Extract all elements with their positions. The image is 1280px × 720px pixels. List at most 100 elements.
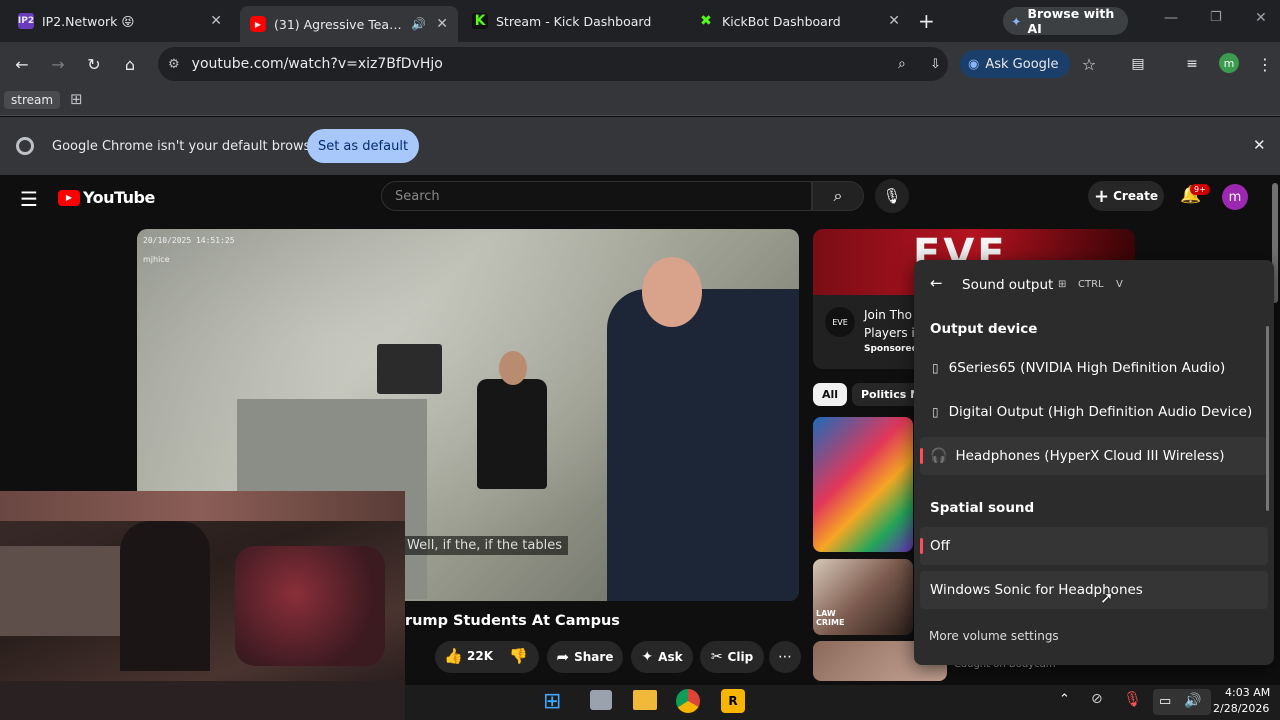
more-actions-button[interactable]: ⋯ [769, 641, 801, 673]
install-app-icon[interactable]: ⇩ [930, 57, 941, 72]
infobar-message: Google Chrome isn't your default browser [52, 139, 324, 154]
ad-channel-avatar: EVE [825, 307, 855, 337]
webcam-person-shape [120, 521, 210, 671]
more-icon: ⋯ [778, 649, 792, 665]
person-head-shape [499, 351, 527, 385]
site-info-icon[interactable]: ⚙ [168, 57, 180, 72]
create-button[interactable]: + Create [1088, 181, 1164, 211]
file-explorer-icon[interactable] [633, 690, 657, 710]
close-icon[interactable]: ✕ [210, 13, 222, 29]
forward-icon[interactable]: → [45, 51, 71, 77]
spatial-sound-heading: Spatial sound [930, 500, 1035, 516]
chip-all[interactable]: All [813, 383, 848, 406]
clock-time[interactable]: 4:03 AM [1225, 686, 1270, 699]
chrome-icon [16, 137, 34, 155]
bookmark-stream[interactable]: stream [4, 91, 61, 109]
rockstar-icon[interactable]: R [721, 689, 745, 713]
side-panel-icon[interactable]: ▤ [1125, 51, 1151, 77]
youtube-wordmark: YouTube [83, 188, 155, 207]
windows-start-icon[interactable]: ⊞ [543, 689, 561, 714]
shortcut-v: V [1116, 279, 1123, 290]
media-controls-icon[interactable]: ≡ [1179, 51, 1205, 77]
menu-kebab-icon[interactable]: ⋮ [1252, 51, 1278, 77]
reload-icon[interactable]: ↻ [81, 51, 107, 77]
officer-shape [607, 289, 799, 601]
spatial-windows-sonic[interactable]: Windows Sonic for Headphones [920, 571, 1268, 609]
hamburger-menu-icon[interactable]: ☰ [20, 187, 38, 211]
officer-head-shape [642, 257, 702, 327]
show-hidden-icons[interactable]: ⌃ [1059, 692, 1070, 707]
sponsored-label: Sponsored [864, 344, 919, 354]
microphone-in-use-icon[interactable]: 🎙 [1123, 690, 1142, 708]
like-icon[interactable]: 👍 [444, 647, 463, 665]
clip-button[interactable]: ✂ Clip [700, 641, 764, 673]
voice-search-button[interactable]: 🎙 [875, 179, 909, 213]
clock-date[interactable]: 2/28/2026 [1213, 702, 1269, 715]
camera-off-icon[interactable]: ⊘ [1091, 691, 1103, 707]
network-volume-tray[interactable]: ▭ 🔊 [1153, 689, 1211, 715]
tab-kickbot[interactable]: ✖ KickBot Dashboard ✕ [688, 6, 910, 36]
set-as-default-button[interactable]: Set as default [307, 129, 419, 163]
window-close-icon[interactable]: ✕ [1255, 10, 1267, 26]
task-view-icon[interactable] [590, 690, 612, 710]
flyout-title: Sound output [962, 277, 1054, 293]
close-icon[interactable]: ✕ [888, 13, 900, 29]
webcam-chair-left [0, 546, 130, 636]
yt-avatar[interactable]: m [1222, 184, 1248, 210]
address-bar[interactable]: ⚙ youtube.com/watch?v=xiz7BfDvHjo ⌕ ⇩ [158, 47, 948, 81]
tab-kick-dashboard[interactable]: K Stream - Kick Dashboard [462, 6, 688, 36]
speaker-device-icon: ▯ [932, 361, 939, 375]
device-label: Digital Output (High Definition Audio De… [948, 404, 1253, 420]
person-seated-shape [477, 379, 547, 489]
flyout-scrollbar[interactable] [1266, 326, 1269, 511]
recommendation-thumb-art[interactable] [813, 417, 913, 552]
browse-ai-label: Browse with AI [1027, 6, 1115, 36]
share-button[interactable]: ➦ Share [547, 641, 623, 673]
search-icon: ⌕ [833, 186, 843, 205]
volume-icon: 🔊 [1184, 693, 1202, 709]
device-digital-output[interactable]: ▯ Digital Output (High Definition Audio … [920, 393, 1268, 431]
search-button[interactable]: ⌕ [812, 181, 864, 211]
back-icon[interactable]: ← [9, 51, 35, 77]
browse-with-ai-button[interactable]: ✦ Browse with AI [1003, 6, 1128, 36]
more-volume-settings-link[interactable]: More volume settings [929, 629, 1059, 643]
ad-text-line2: Players i [864, 326, 915, 340]
video-caption: Well, if the, if the tables [401, 536, 568, 555]
tab-title: KickBot Dashboard [722, 13, 841, 29]
headphones-icon: 🎧 [930, 448, 948, 464]
minimize-icon[interactable]: — [1164, 10, 1178, 26]
zoom-icon[interactable]: ⌕ [898, 56, 906, 72]
clip-label: Clip [727, 650, 754, 664]
webcam-floor [0, 681, 405, 720]
profile-avatar[interactable]: m [1219, 53, 1239, 73]
search-input[interactable]: Search [381, 181, 812, 211]
ask-button[interactable]: ✦ Ask [631, 641, 693, 673]
youtube-logo[interactable]: ▶ YouTube [58, 188, 155, 207]
close-icon[interactable]: ✕ [436, 16, 448, 32]
chrome-taskbar-icon[interactable] [676, 689, 700, 713]
kick-favicon: K [472, 13, 488, 29]
speaker-icon[interactable]: 🔊 [411, 17, 426, 31]
tab-youtube[interactable]: ▶ (31) Agressive Teacher Lo 🔊 ✕ [240, 6, 458, 42]
device-hyperx-headphones[interactable]: 🎧 Headphones (HyperX Cloud III Wireless) [920, 437, 1268, 475]
ask-google-button[interactable]: ◉ Ask Google [960, 50, 1070, 78]
new-tab-icon[interactable]: + [918, 9, 935, 33]
apps-grid-icon[interactable]: ⊞ [70, 90, 83, 108]
shortcut-ctrl: CTRL [1078, 279, 1104, 290]
back-arrow-icon[interactable]: ← [930, 274, 943, 292]
plus-icon: + [1094, 185, 1110, 207]
spatial-off[interactable]: Off [920, 527, 1268, 565]
recommendation-thumb-lawcrime[interactable]: LAW CRIME [813, 559, 913, 635]
video-cam-label: mjhice [143, 255, 170, 264]
webcam-blanket-shape [235, 546, 385, 666]
device-6series65[interactable]: ▯ 6Series65 (NVIDIA High Definition Audi… [920, 349, 1268, 387]
dislike-icon[interactable]: 👎 [509, 647, 528, 665]
restore-icon[interactable]: ❐ [1210, 10, 1222, 25]
lens-icon: ◉ [968, 56, 980, 72]
search-placeholder: Search [395, 188, 440, 204]
home-icon[interactable]: ⌂ [117, 51, 143, 77]
url-text[interactable]: youtube.com/watch?v=xiz7BfDvHjo [192, 56, 443, 72]
bookmark-star-icon[interactable]: ☆ [1076, 51, 1102, 77]
infobar-close-icon[interactable]: ✕ [1253, 136, 1266, 154]
tab-ip2network[interactable]: IP2 IP2.Network 😝 ✕ [8, 6, 232, 36]
